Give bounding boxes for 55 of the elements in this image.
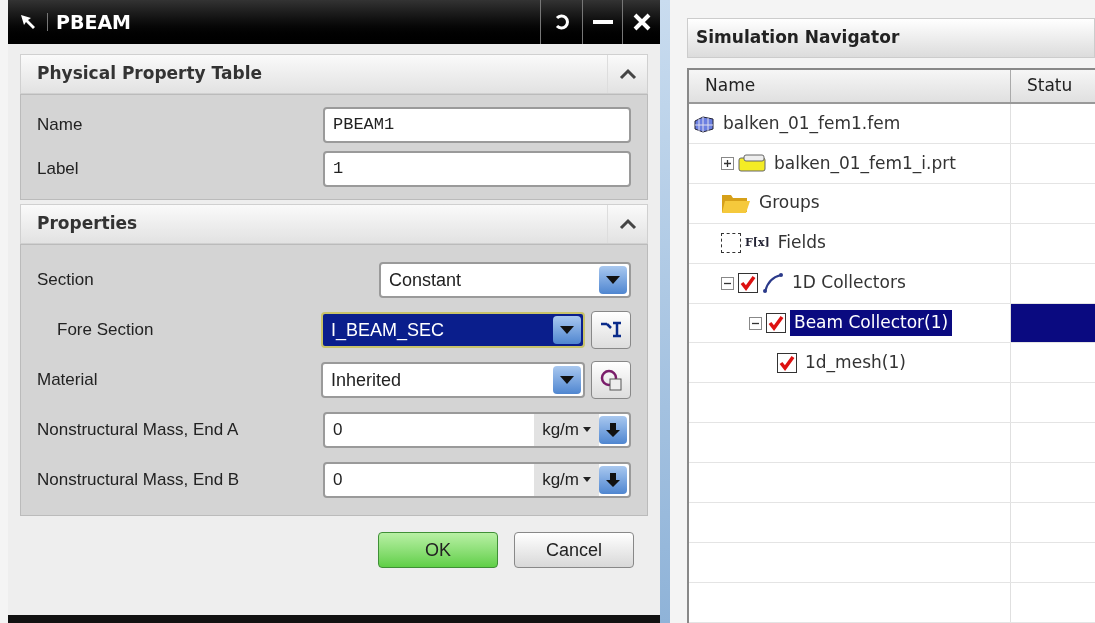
collapse-icon[interactable]	[618, 68, 637, 80]
collapse-toggle[interactable]	[749, 316, 762, 330]
ok-button[interactable]: OK	[378, 532, 498, 568]
column-header[interactable]: Statu	[1011, 70, 1095, 102]
dropdown-field[interactable]: Constant	[379, 262, 631, 298]
tree-item[interactable]: 1D Collectors	[788, 270, 910, 296]
field-label: Material	[37, 369, 98, 392]
folder-icon	[721, 192, 751, 215]
collapse-icon[interactable]	[618, 218, 637, 230]
field-label: Nonstructural Mass, End A	[37, 419, 239, 442]
dropdown-icon[interactable]	[553, 316, 581, 344]
number-input-field[interactable]: 0 kg/m	[323, 462, 631, 498]
cancel-button[interactable]: Cancel	[514, 532, 634, 568]
folder-icon	[738, 154, 766, 173]
function-label: F[x]	[745, 234, 770, 251]
panel-title: Simulation Navigator	[695, 26, 900, 50]
column-header[interactable]: Name	[689, 70, 1011, 102]
expand-toggle[interactable]	[721, 156, 734, 170]
checkbox[interactable]	[777, 352, 797, 373]
text-input-field[interactable]: 1	[323, 151, 631, 187]
field-label: Nonstructural Mass, End B	[37, 469, 240, 492]
section-title: Physical Property Table	[36, 62, 263, 86]
dropdown-field[interactable]: I_BEAM_SEC	[321, 312, 585, 348]
section-header[interactable]: Properties	[20, 204, 648, 244]
section-header[interactable]: Physical Property Table	[20, 54, 648, 94]
section-title: Properties	[36, 212, 138, 236]
checkbox[interactable]	[721, 233, 741, 254]
material-icon	[599, 368, 623, 392]
tree-item[interactable]: Fields	[773, 230, 830, 256]
caret-icon	[583, 477, 591, 483]
field-label: Fore Section	[56, 319, 154, 342]
tree-item[interactable]: Groups	[755, 190, 824, 216]
text-input-field[interactable]: PBEAM1	[323, 107, 631, 143]
material-library-button[interactable]	[591, 361, 631, 399]
field-label: Name	[37, 114, 83, 137]
window-title: PBEAM	[55, 9, 132, 35]
collapse-toggle[interactable]	[721, 276, 734, 290]
checkbox[interactable]	[766, 313, 786, 333]
checkbox[interactable]	[738, 273, 758, 294]
tree-item[interactable]: 1d_mesh(1)	[801, 350, 910, 376]
unit-dropdown[interactable]: kg/m	[534, 464, 599, 496]
tree-item[interactable]: balken_01_fem1.fem	[719, 110, 905, 137]
caret-icon	[583, 427, 591, 433]
number-input-field[interactable]: 0 kg/m	[323, 412, 631, 448]
dropdown-icon[interactable]	[553, 366, 581, 394]
unit-dropdown[interactable]: kg/m	[534, 414, 599, 446]
dropdown-field[interactable]: Inherited	[321, 362, 585, 398]
tree-item[interactable]: Beam Collector(1)	[790, 310, 953, 336]
field-label: Section	[37, 269, 94, 292]
curve-icon	[762, 272, 784, 295]
dropdown-icon[interactable]	[599, 266, 627, 294]
mesh-cube-icon	[693, 113, 715, 134]
tree-item[interactable]: balken_01_fem1_i.prt	[770, 150, 960, 177]
field-label: Label	[37, 158, 79, 181]
section-builder-button[interactable]	[591, 311, 631, 349]
